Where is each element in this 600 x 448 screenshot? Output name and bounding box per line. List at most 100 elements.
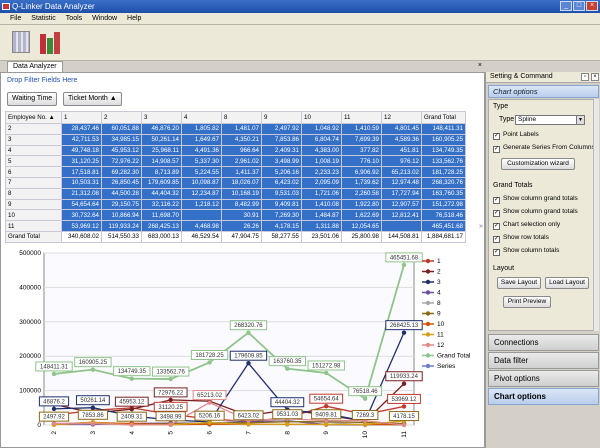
row-header[interactable]: 8 [5,187,62,200]
menu-window[interactable]: Window [92,13,117,24]
table-cell[interactable]: 181,728.25 [421,166,466,178]
table-cell[interactable]: 50,261.14 [141,133,182,146]
table-cell[interactable] [181,209,222,222]
maximize-button[interactable]: □ [573,1,585,11]
menu-tools[interactable]: Tools [66,13,82,24]
table-cell[interactable]: 5,337.30 [181,155,222,168]
table-cell[interactable]: 53,969.12 [61,220,102,232]
menu-statistic[interactable]: Statistic [31,13,56,24]
nav-data-filter[interactable]: Data filter [488,352,599,369]
table-cell[interactable]: 268,425.13 [141,220,182,232]
table-cell[interactable]: 60,051.88 [101,123,142,135]
type-select[interactable]: Spline ▼ [515,115,585,125]
table-cell[interactable]: 44,500.28 [101,187,142,200]
table-cell[interactable]: 65,213.02 [381,166,422,178]
table-cell[interactable]: 2,233.23 [301,166,342,178]
row-header[interactable]: 4 [5,144,62,157]
row-header[interactable]: 3 [5,133,62,146]
options-scrollbar[interactable] [593,99,599,331]
table-cell[interactable]: 134,749.35 [421,144,466,157]
table-cell[interactable]: 4,491.36 [181,144,222,157]
column-header[interactable]: 10 [301,111,342,124]
column-header[interactable]: 12 [381,111,422,124]
minimize-button[interactable]: _ [560,1,572,11]
table-cell[interactable]: 10,168.19 [221,187,262,200]
close-button[interactable]: × [586,1,598,11]
table-cell[interactable]: 1,218.12 [181,198,222,211]
table-cell[interactable]: 160,905.25 [421,133,466,146]
table-cell[interactable]: 54,654.64 [61,198,102,211]
table-cell[interactable]: 1,411.37 [221,166,262,178]
table-cell[interactable]: 4,589.36 [381,133,422,146]
table-cell[interactable]: 28,437.46 [61,123,102,135]
table-cell[interactable]: 10,866.94 [101,209,142,222]
print-preview-button[interactable]: Print Preview [503,296,551,308]
employee-no-header[interactable]: Employee No. ▲ [5,111,62,124]
table-cell[interactable]: 1,481.07 [221,123,262,135]
table-cell[interactable]: 4,383.00 [301,144,342,157]
table-cell[interactable]: 1,484.87 [301,209,342,222]
load-layout-button[interactable]: Load Layout [545,277,589,289]
table-cell[interactable]: 29,150.75 [101,198,142,211]
table-cell[interactable]: 966.64 [221,144,262,157]
table-cell[interactable]: 12,974.48 [381,176,422,189]
table-cell[interactable]: 6,423.02 [261,176,302,189]
table-cell[interactable]: 9,531.03 [261,187,302,200]
table-cell[interactable]: 179,609.85 [141,176,182,189]
column-totals-checkbox[interactable]: ✓ Show column totals [493,247,559,256]
nav-pivot-options[interactable]: Pivot options [488,370,599,387]
table-cell[interactable]: 2,497.92 [261,123,302,135]
table-cell[interactable]: 8,482.99 [221,198,262,211]
table-cell[interactable]: 12,054.65 [341,220,382,232]
cube-chart-icon[interactable] [40,30,62,54]
table-cell[interactable]: 34,985.15 [101,133,142,146]
table-cell[interactable]: 42,711.53 [61,133,102,146]
menu-help[interactable]: Help [127,13,141,24]
table-cell[interactable]: 151,272.98 [421,198,466,211]
panel-close-icon[interactable]: × [591,73,599,81]
table-cell[interactable]: 5,206.16 [261,166,302,178]
table-cell[interactable]: 46,876.20 [141,123,182,135]
table-cell[interactable]: 119,933.24 [101,220,142,232]
table-cell[interactable]: 1,922.80 [341,198,382,211]
table-cell[interactable]: 1,649.67 [181,133,222,146]
table-cell[interactable]: 26,850.45 [101,176,142,189]
row-header[interactable]: 10 [5,209,62,222]
data-source-icon[interactable] [12,31,30,53]
table-cell[interactable]: 133,562.76 [421,155,466,168]
table-cell[interactable]: 2,095.09 [301,176,342,189]
table-cell[interactable]: 2,260.58 [341,187,382,200]
table-cell[interactable]: 451.81 [381,144,422,157]
table-cell[interactable]: 6,906.92 [341,166,382,178]
table-cell[interactable]: 3,498.99 [261,155,302,168]
grand-totals-checkbox-1[interactable]: ✓ Show column grand totals [493,195,578,204]
table-cell[interactable]: 776.10 [341,155,382,168]
point-labels-checkbox[interactable]: ✓ Point Labels [493,131,539,140]
table-cell[interactable]: 148,411.31 [421,123,466,135]
ticket-month-field[interactable]: Ticket Month ▲ [63,92,122,106]
table-cell[interactable]: 14,908.57 [141,155,182,168]
table-cell[interactable]: 1,008.19 [301,155,342,168]
table-cell[interactable]: 21,312.08 [61,187,102,200]
table-cell[interactable]: 1,410.59 [341,123,382,135]
table-cell[interactable]: 17,727.94 [381,187,422,200]
table-cell[interactable]: 72,976.22 [101,155,142,168]
table-cell[interactable]: 1,410.08 [301,198,342,211]
table-cell[interactable]: 2,961.02 [221,155,262,168]
table-cell[interactable]: 17,518.81 [61,166,102,178]
table-cell[interactable]: 44,404.32 [141,187,182,200]
generate-series-checkbox[interactable]: ✓ Generate Series From Columns [493,144,595,153]
table-cell[interactable]: 1,311.88 [301,220,342,232]
row-header[interactable]: 11 [5,220,62,232]
table-cell[interactable]: 30.91 [221,209,262,222]
table-cell[interactable]: 25,968.11 [141,144,182,157]
nav-connections[interactable]: Connections [488,334,599,351]
table-cell[interactable]: 7,269.30 [261,209,302,222]
table-cell[interactable]: 32,116.22 [141,198,182,211]
table-cell[interactable]: 12,812.41 [381,209,422,222]
row-header[interactable]: 2 [5,123,62,135]
customization-wizard-button[interactable]: Customization wizard [501,158,575,170]
table-cell[interactable]: 377.82 [341,144,382,157]
table-cell[interactable]: 49,748.18 [61,144,102,157]
table-cell[interactable]: 6,804.74 [301,133,342,146]
